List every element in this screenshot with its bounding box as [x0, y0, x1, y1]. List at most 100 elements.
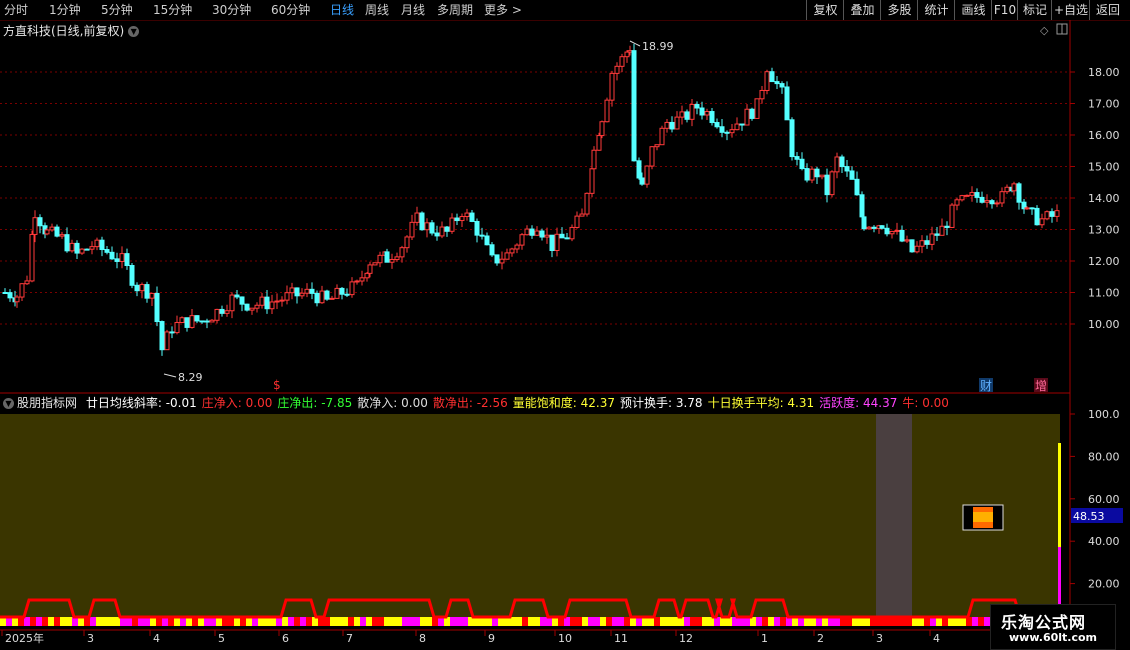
candle-body: [354, 280, 360, 283]
candle-body: [429, 222, 435, 234]
dividend-marker[interactable]: $: [273, 378, 281, 392]
price-tick-label: 14.00: [1088, 192, 1120, 205]
indicator-base-bar: [366, 617, 372, 626]
indicator-base-bar: [570, 617, 576, 626]
candle-body: [159, 321, 165, 351]
chart-canvas[interactable]: 18.00 17.00 16.00 15.00 14.00 13.00 12.00 11.00…: [0, 0, 1130, 650]
candle-body: [279, 299, 285, 302]
candle-body: [729, 129, 735, 134]
indicator-base-bar: [978, 617, 984, 626]
indicator-base-bar: [408, 617, 414, 626]
candle-body: [339, 287, 345, 295]
candle-body: [627, 50, 633, 53]
time-tick-label: 10: [558, 632, 572, 645]
candle-body: [1039, 218, 1045, 226]
time-tick-label: 7: [346, 632, 353, 645]
candle-body: [104, 249, 110, 253]
candle-body: [54, 226, 60, 237]
indicator-base-bar: [540, 617, 546, 626]
candle-body: [174, 322, 180, 334]
candle-body: [919, 240, 925, 247]
candle-body: [224, 310, 230, 314]
candle-body: [1011, 183, 1017, 192]
candle-body: [99, 239, 105, 251]
candle-body: [954, 199, 960, 206]
candle-body: [974, 192, 980, 198]
indicator-name[interactable]: 股朋指标网: [17, 396, 77, 410]
candle-body: [274, 300, 280, 303]
indicator-item: 庄净出: -7.85: [277, 396, 353, 410]
indicator-base-bar: [306, 617, 312, 626]
candle-body: [674, 116, 680, 130]
indicator-item: 十日换手平均: 4.31: [707, 396, 815, 410]
time-tick-label: 12: [679, 632, 693, 645]
candle-body: [544, 234, 550, 238]
candle-body: [904, 239, 910, 242]
price-tick-label: 11.00: [1088, 287, 1120, 300]
stock-title[interactable]: 方直科技(日线,前复权) ▼: [3, 22, 140, 39]
indicator-base-bar: [690, 617, 696, 626]
diamond-icon[interactable]: ◇: [1040, 24, 1049, 37]
candle-body: [694, 103, 700, 109]
candle-body: [469, 212, 475, 222]
candle-body: [184, 317, 190, 328]
candle-body: [49, 226, 55, 231]
chevron-down-icon[interactable]: ▼: [128, 26, 140, 37]
chevron-down-icon[interactable]: ▼: [3, 398, 14, 409]
candle-body: [599, 121, 605, 137]
candle-body: [1004, 186, 1010, 193]
indicator-base-bar: [396, 617, 402, 626]
indicator-item: 活跃度: 44.37: [819, 396, 898, 410]
indicator-base-bar: [66, 617, 72, 626]
indicator-item: 廿日均线斜率: -0.01: [85, 396, 197, 410]
candle-body: [589, 168, 595, 194]
candle-body: [854, 178, 860, 196]
candle-body: [604, 99, 610, 123]
indicator-base-bar: [780, 617, 786, 626]
candle-body: [844, 166, 850, 172]
candle-body: [284, 292, 290, 301]
candle-body: [329, 297, 335, 300]
time-tick-label: 11: [614, 632, 628, 645]
indicator-base-bar: [762, 617, 768, 626]
candle-body: [591, 149, 597, 170]
candle-body: [579, 213, 585, 217]
candle-body: [169, 331, 175, 334]
indicator-base-bar: [402, 617, 408, 626]
indicator-base-bar: [600, 617, 606, 626]
candle-body: [2, 292, 8, 294]
price-tick-label: 13.00: [1088, 224, 1120, 237]
candle-body: [779, 83, 785, 88]
candle-body: [789, 119, 795, 158]
high-price-label: 18.99: [642, 40, 674, 53]
candle-body: [509, 248, 515, 254]
candle-body: [209, 319, 215, 323]
candle-body: [124, 253, 130, 267]
increase-marker[interactable]: 增: [1035, 379, 1047, 393]
finance-marker[interactable]: 财: [980, 379, 992, 393]
candle-body: [784, 86, 790, 121]
candle-body: [984, 200, 990, 203]
indicator-base-bar: [342, 617, 348, 626]
candle-body: [444, 226, 450, 232]
indicator-base-bar: [612, 617, 618, 626]
indicator-base-bar: [594, 617, 600, 626]
candle-body: [989, 200, 995, 205]
candle-body: [636, 160, 642, 179]
indicator-item: 庄净入: 0.00: [201, 396, 273, 410]
indicator-tick-label: 40.00: [1088, 535, 1120, 548]
candle-body: [254, 304, 260, 309]
indicator-base-bar: [414, 617, 420, 626]
candle-body: [774, 81, 780, 85]
indicator-base-bar: [420, 617, 426, 626]
indicator-base-bar: [30, 617, 36, 626]
candle-body: [866, 226, 872, 230]
candle-body: [484, 235, 490, 246]
candle-body: [149, 292, 155, 299]
candle-body: [679, 111, 685, 118]
candle-body: [179, 317, 185, 324]
indicator-base-bar: [774, 617, 780, 626]
indicator-base-bar: [702, 617, 708, 626]
candle-body: [304, 288, 310, 294]
watermark-title: 乐淘公式网: [1001, 613, 1087, 632]
